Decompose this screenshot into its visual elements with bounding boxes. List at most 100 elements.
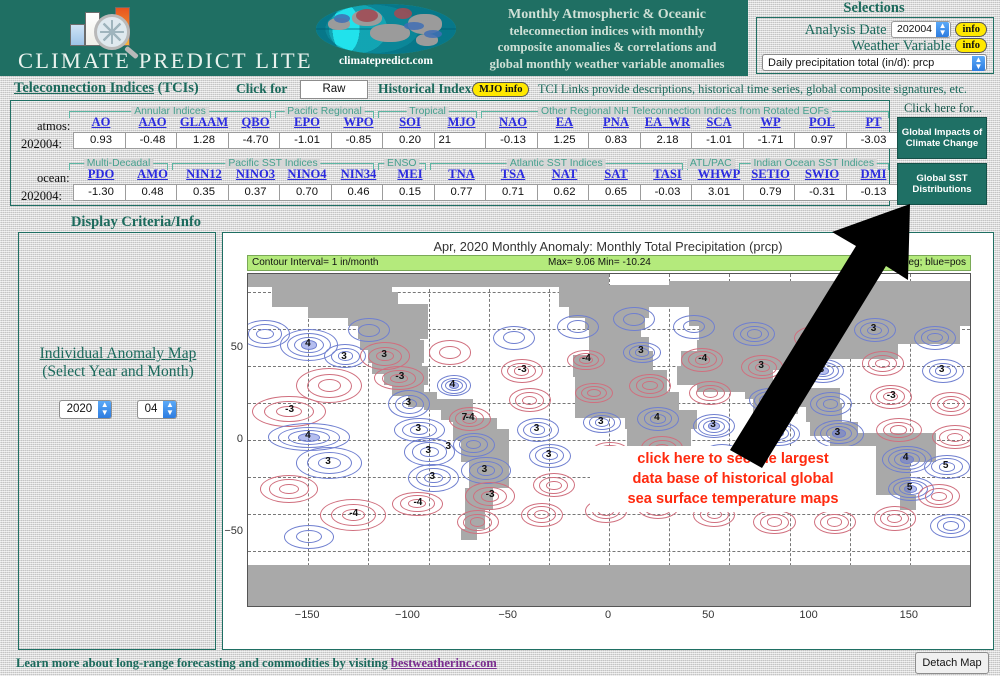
index-cell-sat: SAT 0.65 [588,167,644,201]
tci-title-suffix: (TCIs) [154,80,199,96]
anomaly-map-link-line1[interactable]: Individual Anomaly Map [40,345,197,362]
contour-label: 4 [305,430,311,442]
color-key-label: red=neg; blue=pos [882,257,966,268]
index-link-wp[interactable]: WP [743,115,799,130]
month-select[interactable]: 04 ▲ ▼ [136,400,178,419]
contour-ring [469,517,486,527]
contour-label: -4 [413,496,423,508]
index-link-ao[interactable]: AO [73,115,129,130]
globe-icon [316,4,456,54]
index-link-nat[interactable]: NAT [537,167,593,182]
tagline-line-4: global monthly weather variable anomalie… [489,56,725,71]
index-link-qbo[interactable]: QBO [228,115,284,130]
index-link-mjo[interactable]: MJO [434,115,490,130]
index-link-pna[interactable]: PNA [588,115,644,130]
grid-line-horizontal [248,550,970,552]
index-cell-amo: AMO 0.48 [124,167,181,201]
index-value-nin34: 0.46 [330,184,387,201]
world-anomaly-plot[interactable]: 43-343-43-33333-44-43-3-333-433344-43443… [247,273,971,607]
analysis-date-select[interactable]: 202004 ▲ ▼ [890,21,952,39]
index-link-ea[interactable]: EA [537,115,593,130]
index-link-epo[interactable]: EPO [279,115,335,130]
contour-label: 3 [766,393,772,405]
contour-label: 3 [774,426,781,438]
contour-label: 3 [597,415,604,427]
index-cell-whwp: WHWP 3.01 [691,167,747,201]
index-link-mei[interactable]: MEI [382,167,438,182]
global-sst-distributions-button[interactable]: Global SST Distributions [897,163,987,205]
weather-variable-info-button[interactable]: info [955,38,987,54]
contour-label: -3 [517,363,527,375]
index-link-nin34[interactable]: NIN34 [331,167,387,182]
contour-label: 3 [758,360,764,372]
index-link-wpo[interactable]: WPO [331,115,387,130]
mjo-info-button[interactable]: MJO info [472,82,530,98]
header-tagline: Monthly Atmospheric & Oceanic teleconnec… [470,7,744,72]
detach-map-button[interactable]: Detach Map [915,652,989,674]
contour-ring [502,331,525,345]
contour-label: 3 [938,363,945,375]
map-info-bar: Contour Interval= 1 in/month Max= 9.06 M… [247,255,971,271]
anomaly-map-link-line2: (Select Year and Month) [42,363,194,380]
footer-message: Learn more about long-range forecasting … [16,656,388,670]
chevron-updown-icon[interactable]: ▲ ▼ [972,56,985,71]
index-cell-setio: SETIO 0.79 [742,167,799,201]
index-link-pol[interactable]: POL [794,115,850,130]
x-tick-label: −100 [395,609,420,621]
index-value-glaam: 1.28 [176,132,232,149]
index-link-nino4[interactable]: NINO4 [279,167,335,182]
bestweather-link[interactable]: bestweatherinc.com [391,656,497,670]
tci-title: Teleconnection Indices (TCIs) [14,80,199,97]
month-value: 04 [144,403,158,415]
index-cell-glaam: GLAAM 1.28 [176,115,232,149]
chevron-updown-icon[interactable]: ▲ ▼ [936,22,950,38]
contour-label: 3 [545,448,552,460]
contour-label: 3 [325,456,331,468]
index-value-tna: 0.77 [433,184,490,201]
logo-chart-magnifier-icon [70,7,150,50]
contour-ring [931,491,947,502]
analysis-date-info-button[interactable]: info [955,22,987,38]
individual-anomaly-map-link[interactable]: Individual Anomaly Map (Select Year and … [19,345,217,381]
global-impacts-button[interactable]: Global Impacts of Climate Change [897,117,987,159]
contour-label: 3 [818,363,825,375]
index-link-aao[interactable]: AAO [125,115,181,130]
index-link-nin12[interactable]: NIN12 [176,167,232,182]
contour-ring [546,480,562,490]
index-link-glaam[interactable]: GLAAM [176,115,232,130]
index-link-sca[interactable]: SCA [691,115,747,130]
index-link-ea_wr[interactable]: EA_WR [640,115,696,130]
weather-variable-select[interactable]: Daily precipitation total (in/d): prcp ▲… [762,54,987,71]
index-value-ea_wr: 2.18 [639,132,696,149]
tagline-line-2: teleconnection indices with monthly [509,24,705,39]
index-value-qbo: -4.70 [227,132,284,149]
globe-logo: climatepredict.com [316,4,456,72]
index-link-whwp[interactable]: WHWP [691,167,747,182]
index-cell-mjo: MJO 21 [433,115,490,149]
contour-label: -3 [886,389,896,401]
chevron-updown-icon[interactable]: ▲ ▼ [163,401,177,418]
index-link-sat[interactable]: SAT [588,167,644,182]
index-value-ea: 1.25 [536,132,593,149]
index-link-tna[interactable]: TNA [434,167,490,182]
index-link-setio[interactable]: SETIO [743,167,799,182]
chevron-updown-icon[interactable]: ▲ ▼ [98,401,112,418]
index-link-nino3[interactable]: NINO3 [228,167,284,182]
contour-interval-label: Contour Interval= 1 in/month [252,257,379,268]
index-link-tsa[interactable]: TSA [485,167,541,182]
app-header: CLIMATE PREDICT LITE climatepredict.com … [0,0,748,76]
index-link-amo[interactable]: AMO [125,167,181,182]
index-link-tasi[interactable]: TASI [640,167,696,182]
contour-label: 4 [902,452,909,464]
index-link-pdo[interactable]: PDO [73,167,129,182]
contour-label: 4 [654,411,660,423]
index-link-swio[interactable]: SWIO [794,167,850,182]
index-link-soi[interactable]: SOI [382,115,438,130]
raw-button[interactable]: Raw [300,80,368,99]
index-link-nao[interactable]: NAO [485,115,541,130]
tci-title-link[interactable]: Teleconnection Indices [14,80,154,96]
index-cell-nao: NAO -0.13 [485,115,541,149]
year-select[interactable]: 2020 ▲ ▼ [58,400,113,419]
tci-note: TCI Links provide descriptions, historic… [538,82,967,96]
weather-variable-label: Weather Variable [851,38,952,54]
